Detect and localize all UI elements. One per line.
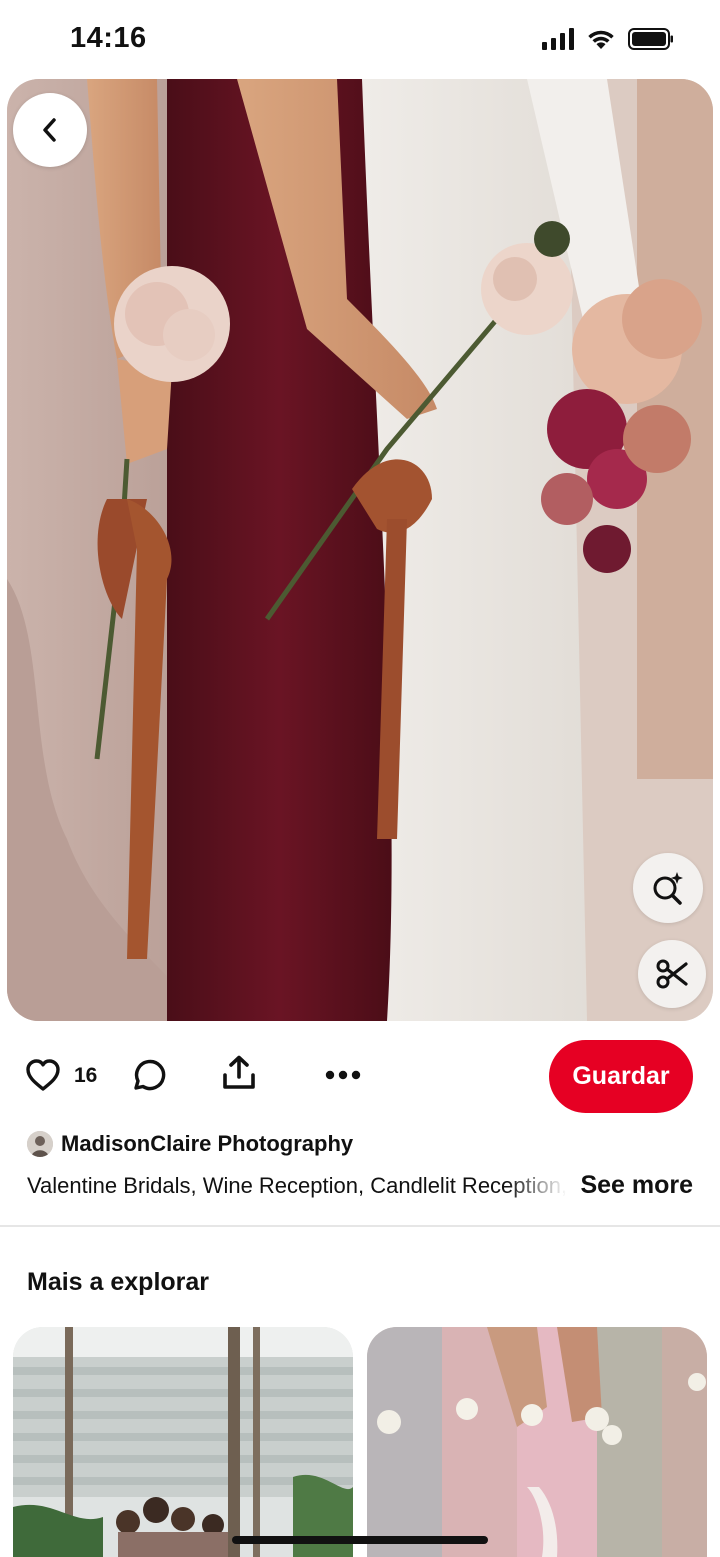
see-more-link[interactable]: See more xyxy=(580,1171,693,1200)
explore-pin-card[interactable] xyxy=(13,1327,353,1557)
avatar-image xyxy=(27,1131,53,1157)
wifi-icon xyxy=(588,30,614,49)
back-button[interactable] xyxy=(13,93,87,167)
comment-bubble-icon[interactable] xyxy=(130,1057,166,1093)
explore-pin-image xyxy=(13,1327,353,1557)
ellipsis-icon[interactable] xyxy=(325,1070,361,1080)
battery-icon xyxy=(628,28,673,50)
status-bar: 14:16 xyxy=(0,0,720,80)
heart-icon[interactable] xyxy=(25,1058,61,1092)
description-fade xyxy=(507,1170,567,1204)
pin-action-row: 16 Guardar xyxy=(0,1040,720,1113)
save-button[interactable]: Guardar xyxy=(549,1040,693,1113)
cutout-button[interactable] xyxy=(638,940,706,1008)
share-upload-icon[interactable] xyxy=(221,1055,257,1091)
explore-pin-image xyxy=(367,1327,707,1557)
status-icons xyxy=(542,28,674,50)
divider xyxy=(0,1225,720,1227)
like-count: 16 xyxy=(74,1064,98,1087)
visual-search-button[interactable] xyxy=(633,853,703,923)
pin-photo xyxy=(7,79,713,1021)
status-time: 14:16 xyxy=(70,22,147,54)
creator-name[interactable]: MadisonClaire Photography xyxy=(61,1131,353,1157)
more-to-explore-heading: Mais a explorar xyxy=(27,1268,210,1296)
explore-pin-card[interactable] xyxy=(367,1327,707,1557)
pin-image[interactable] xyxy=(7,79,713,1021)
description-row: Valentine Bridals, Wine Reception, Candl… xyxy=(27,1170,693,1204)
creator-row[interactable]: MadisonClaire Photography xyxy=(27,1131,353,1157)
scissors-icon xyxy=(656,959,688,989)
chevron-left-icon xyxy=(43,118,56,142)
cellular-signal-icon xyxy=(542,28,574,50)
lens-sparkle-icon xyxy=(653,872,683,905)
pin-description: Valentine Bridals, Wine Reception, Candl… xyxy=(27,1173,567,1198)
avatar[interactable] xyxy=(27,1131,53,1157)
home-indicator xyxy=(232,1536,488,1544)
